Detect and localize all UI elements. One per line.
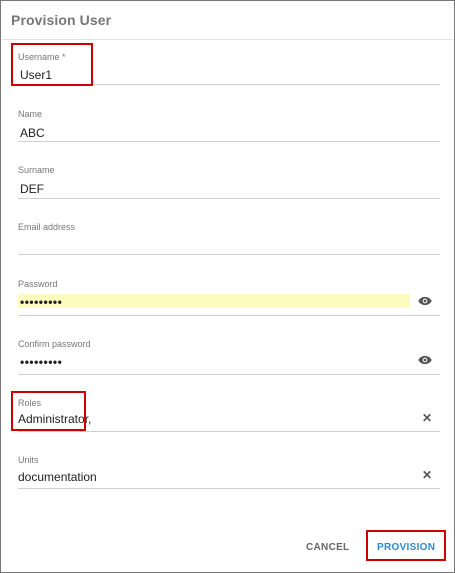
- confirm-password-field[interactable]: Confirm password •••••••••: [18, 339, 440, 375]
- units-input[interactable]: documentation: [18, 470, 97, 484]
- surname-underline: [18, 198, 440, 199]
- eye-icon[interactable]: [418, 355, 432, 365]
- roles-underline: [18, 431, 440, 432]
- name-input[interactable]: ABC: [20, 126, 45, 140]
- roles-label: Roles: [18, 398, 42, 408]
- units-field[interactable]: Units documentation ✕: [18, 455, 440, 489]
- password-input[interactable]: •••••••••: [20, 295, 62, 309]
- title-divider: [2, 39, 453, 40]
- password-underline: [18, 315, 440, 316]
- provision-user-dialog: Provision User Username * User1 Name ABC…: [0, 0, 455, 573]
- password-label: Password: [18, 279, 58, 289]
- email-field[interactable]: Email address: [18, 222, 440, 256]
- units-label: Units: [18, 455, 39, 465]
- name-label: Name: [18, 109, 43, 119]
- confirm-password-label: Confirm password: [18, 339, 91, 349]
- provision-button[interactable]: PROVISION: [377, 542, 435, 553]
- surname-label: Surname: [18, 165, 55, 175]
- email-underline: [18, 254, 440, 255]
- eye-icon[interactable]: [418, 296, 432, 306]
- surname-input[interactable]: DEF: [20, 182, 44, 196]
- cancel-button[interactable]: CANCEL: [306, 542, 349, 553]
- units-underline: [18, 488, 440, 489]
- password-field[interactable]: Password •••••••••: [18, 279, 440, 317]
- dialog-title: Provision User: [11, 12, 112, 28]
- username-field[interactable]: Username * User1: [18, 52, 440, 86]
- password-autofill-bg: [18, 294, 410, 308]
- close-icon[interactable]: ✕: [422, 469, 432, 481]
- name-field[interactable]: Name ABC: [18, 109, 440, 143]
- close-icon[interactable]: ✕: [422, 412, 432, 424]
- surname-field[interactable]: Surname DEF: [18, 165, 440, 199]
- confirm-password-input[interactable]: •••••••••: [20, 355, 62, 369]
- name-underline: [18, 141, 440, 142]
- roles-field[interactable]: Roles Administrator, ✕: [18, 398, 440, 432]
- username-underline: [18, 84, 440, 85]
- email-label: Email address: [18, 222, 76, 232]
- confirm-password-underline: [18, 374, 440, 375]
- username-label: Username *: [18, 52, 66, 62]
- roles-input[interactable]: Administrator,: [18, 412, 91, 426]
- username-input[interactable]: User1: [20, 68, 52, 82]
